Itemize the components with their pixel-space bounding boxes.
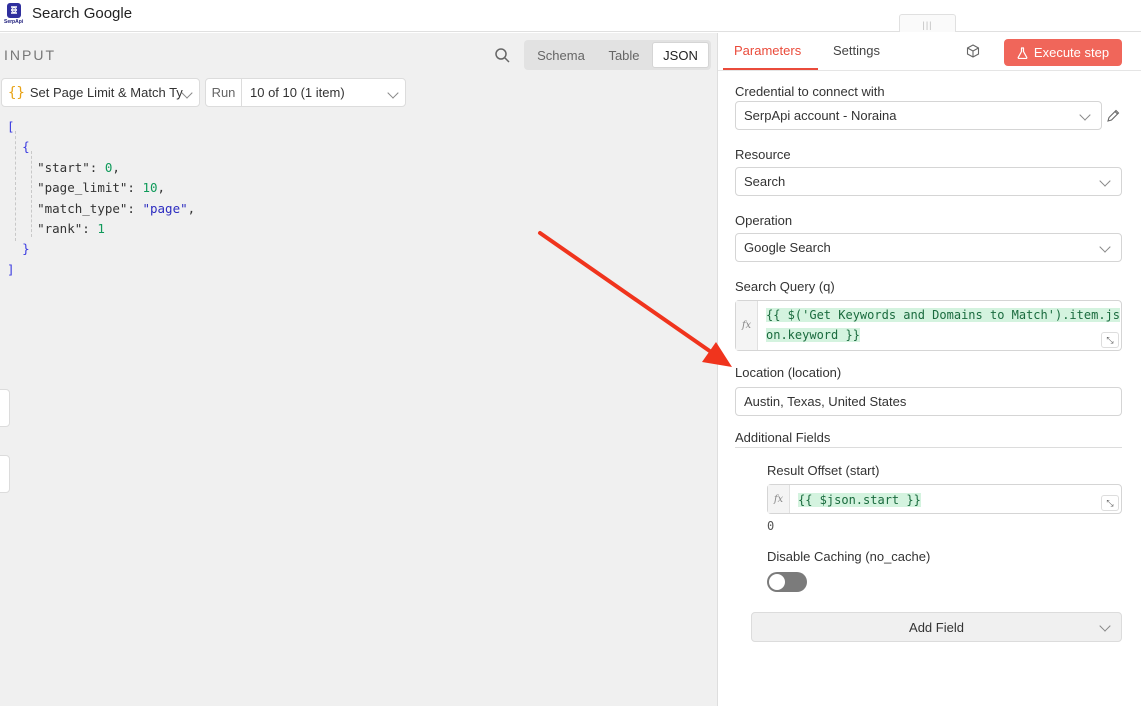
chevron-down-icon: [1079, 109, 1091, 121]
collapse-handle[interactable]: [0, 455, 10, 493]
chevron-down-icon: [1099, 241, 1111, 253]
expression-line: {{ $('Get Keywords and Domains to Match'…: [766, 308, 1121, 322]
json-line: "page_limit": 10,: [37, 180, 166, 196]
location-label: Location (location): [735, 365, 842, 380]
credential-value: SerpApi account - Noraina: [744, 108, 897, 123]
json-value[interactable]: "page": [142, 201, 187, 216]
cube-icon[interactable]: [966, 44, 980, 58]
input-panel: INPUT Schema Table JSON {} Set Page Limi…: [0, 33, 717, 706]
tab-schema[interactable]: Schema: [526, 42, 596, 68]
operation-select[interactable]: Google Search: [735, 233, 1122, 262]
execute-step-button[interactable]: Execute step: [1004, 39, 1122, 66]
json-bracket: }: [22, 241, 30, 257]
location-input[interactable]: Austin, Texas, United States: [735, 387, 1122, 416]
active-tab-indicator: [723, 68, 818, 70]
add-field-label: Add Field: [909, 619, 964, 635]
expand-icon[interactable]: ⤡: [1101, 495, 1119, 511]
divider: [735, 447, 1122, 448]
input-node-value: Set Page Limit & Match Ty: [29, 85, 183, 100]
json-line: [: [7, 117, 195, 137]
chevron-down-icon: [181, 87, 193, 99]
panel-drag-handle[interactable]: |||: [899, 14, 956, 32]
result-offset-label: Result Offset (start): [767, 463, 880, 478]
logo-text: SerpApi: [4, 19, 24, 25]
chevron-down-icon: [387, 87, 399, 99]
collapse-handle[interactable]: [0, 389, 10, 427]
json-key[interactable]: "rank": [37, 221, 82, 236]
expression-line: {{ $json.start }}: [798, 493, 921, 507]
execute-step-label: Execute step: [1033, 45, 1110, 60]
disable-caching-label: Disable Caching (no_cache): [767, 549, 931, 564]
json-bracket: [: [7, 119, 15, 134]
tab-settings[interactable]: Settings: [833, 43, 880, 58]
json-line: "start": 0,: [37, 159, 120, 175]
json-view: [ { "start": 0, "page_limit": 10, "match…: [7, 117, 195, 280]
top-bar: SerpApi Search Google |||: [0, 0, 1141, 32]
search-query-label: Search Query (q): [735, 279, 835, 294]
expand-icon[interactable]: ⤡: [1101, 332, 1119, 348]
chevron-down-icon: [1099, 175, 1111, 187]
pencil-icon[interactable]: [1106, 109, 1120, 123]
run-value: 10 of 10 (1 item): [250, 85, 345, 100]
input-panel-label: INPUT: [4, 47, 56, 63]
json-line: }: [7, 239, 195, 259]
tab-json[interactable]: JSON: [652, 42, 709, 68]
json-line: "rank": 1: [37, 220, 105, 236]
operation-label: Operation: [735, 213, 793, 228]
view-mode-tabs: Schema Table JSON: [524, 40, 711, 70]
result-offset-expression[interactable]: fx {{ $json.start }} ⤡: [767, 484, 1122, 514]
parameters-panel: Parameters Settings Execute step Credent…: [717, 33, 1141, 706]
search-query-expression[interactable]: fx {{ $('Get Keywords and Domains to Mat…: [735, 300, 1122, 351]
additional-fields-label: Additional Fields: [735, 430, 831, 445]
json-key[interactable]: "match_type": [37, 201, 127, 216]
json-line: "match_type": "page",: [37, 200, 196, 216]
tab-parameters[interactable]: Parameters: [734, 43, 801, 58]
run-select[interactable]: Run 10 of 10 (1 item): [205, 78, 406, 107]
json-value[interactable]: 1: [97, 221, 105, 236]
input-node-select[interactable]: {} Set Page Limit & Match Ty: [1, 78, 200, 107]
json-key[interactable]: "start": [37, 160, 90, 175]
node-title[interactable]: Search Google: [32, 5, 132, 22]
fx-icon: fx: [768, 485, 790, 513]
json-key[interactable]: "page_limit": [37, 180, 127, 195]
expression-line: on.keyword }}: [766, 328, 860, 342]
search-query-expression-text[interactable]: {{ $('Get Keywords and Domains to Match'…: [766, 305, 1121, 345]
tab-table[interactable]: Table: [596, 42, 652, 68]
run-label: Run: [206, 79, 242, 106]
operation-value: Google Search: [744, 240, 831, 255]
search-icon[interactable]: [494, 47, 510, 63]
code-braces-icon: {}: [8, 84, 25, 101]
result-offset-expression-text[interactable]: {{ $json.start }}: [798, 490, 1098, 510]
credential-label: Credential to connect with: [735, 84, 885, 99]
fx-icon: fx: [736, 301, 758, 350]
disable-caching-toggle[interactable]: [767, 572, 807, 592]
json-line: {: [7, 137, 195, 157]
chevron-down-icon: [1099, 620, 1111, 632]
parameters-tabs: Parameters Settings Execute step: [718, 33, 1141, 71]
location-value: Austin, Texas, United States: [744, 394, 907, 409]
flask-icon: [1017, 46, 1028, 59]
resource-label: Resource: [735, 147, 791, 162]
json-value[interactable]: 10: [142, 180, 157, 195]
add-field-button[interactable]: Add Field: [751, 612, 1122, 642]
json-bracket: ]: [7, 261, 15, 277]
app-window: SerpApi Search Google ||| INPUT Schema T…: [0, 0, 1141, 706]
resource-value: Search: [744, 174, 786, 189]
json-bracket: {: [22, 139, 30, 155]
result-offset-preview: 0: [767, 519, 775, 533]
resource-select[interactable]: Search: [735, 167, 1122, 196]
json-line: ]: [7, 260, 195, 280]
toggle-knob: [769, 574, 785, 590]
credential-select[interactable]: SerpApi account - Noraina: [735, 101, 1102, 130]
